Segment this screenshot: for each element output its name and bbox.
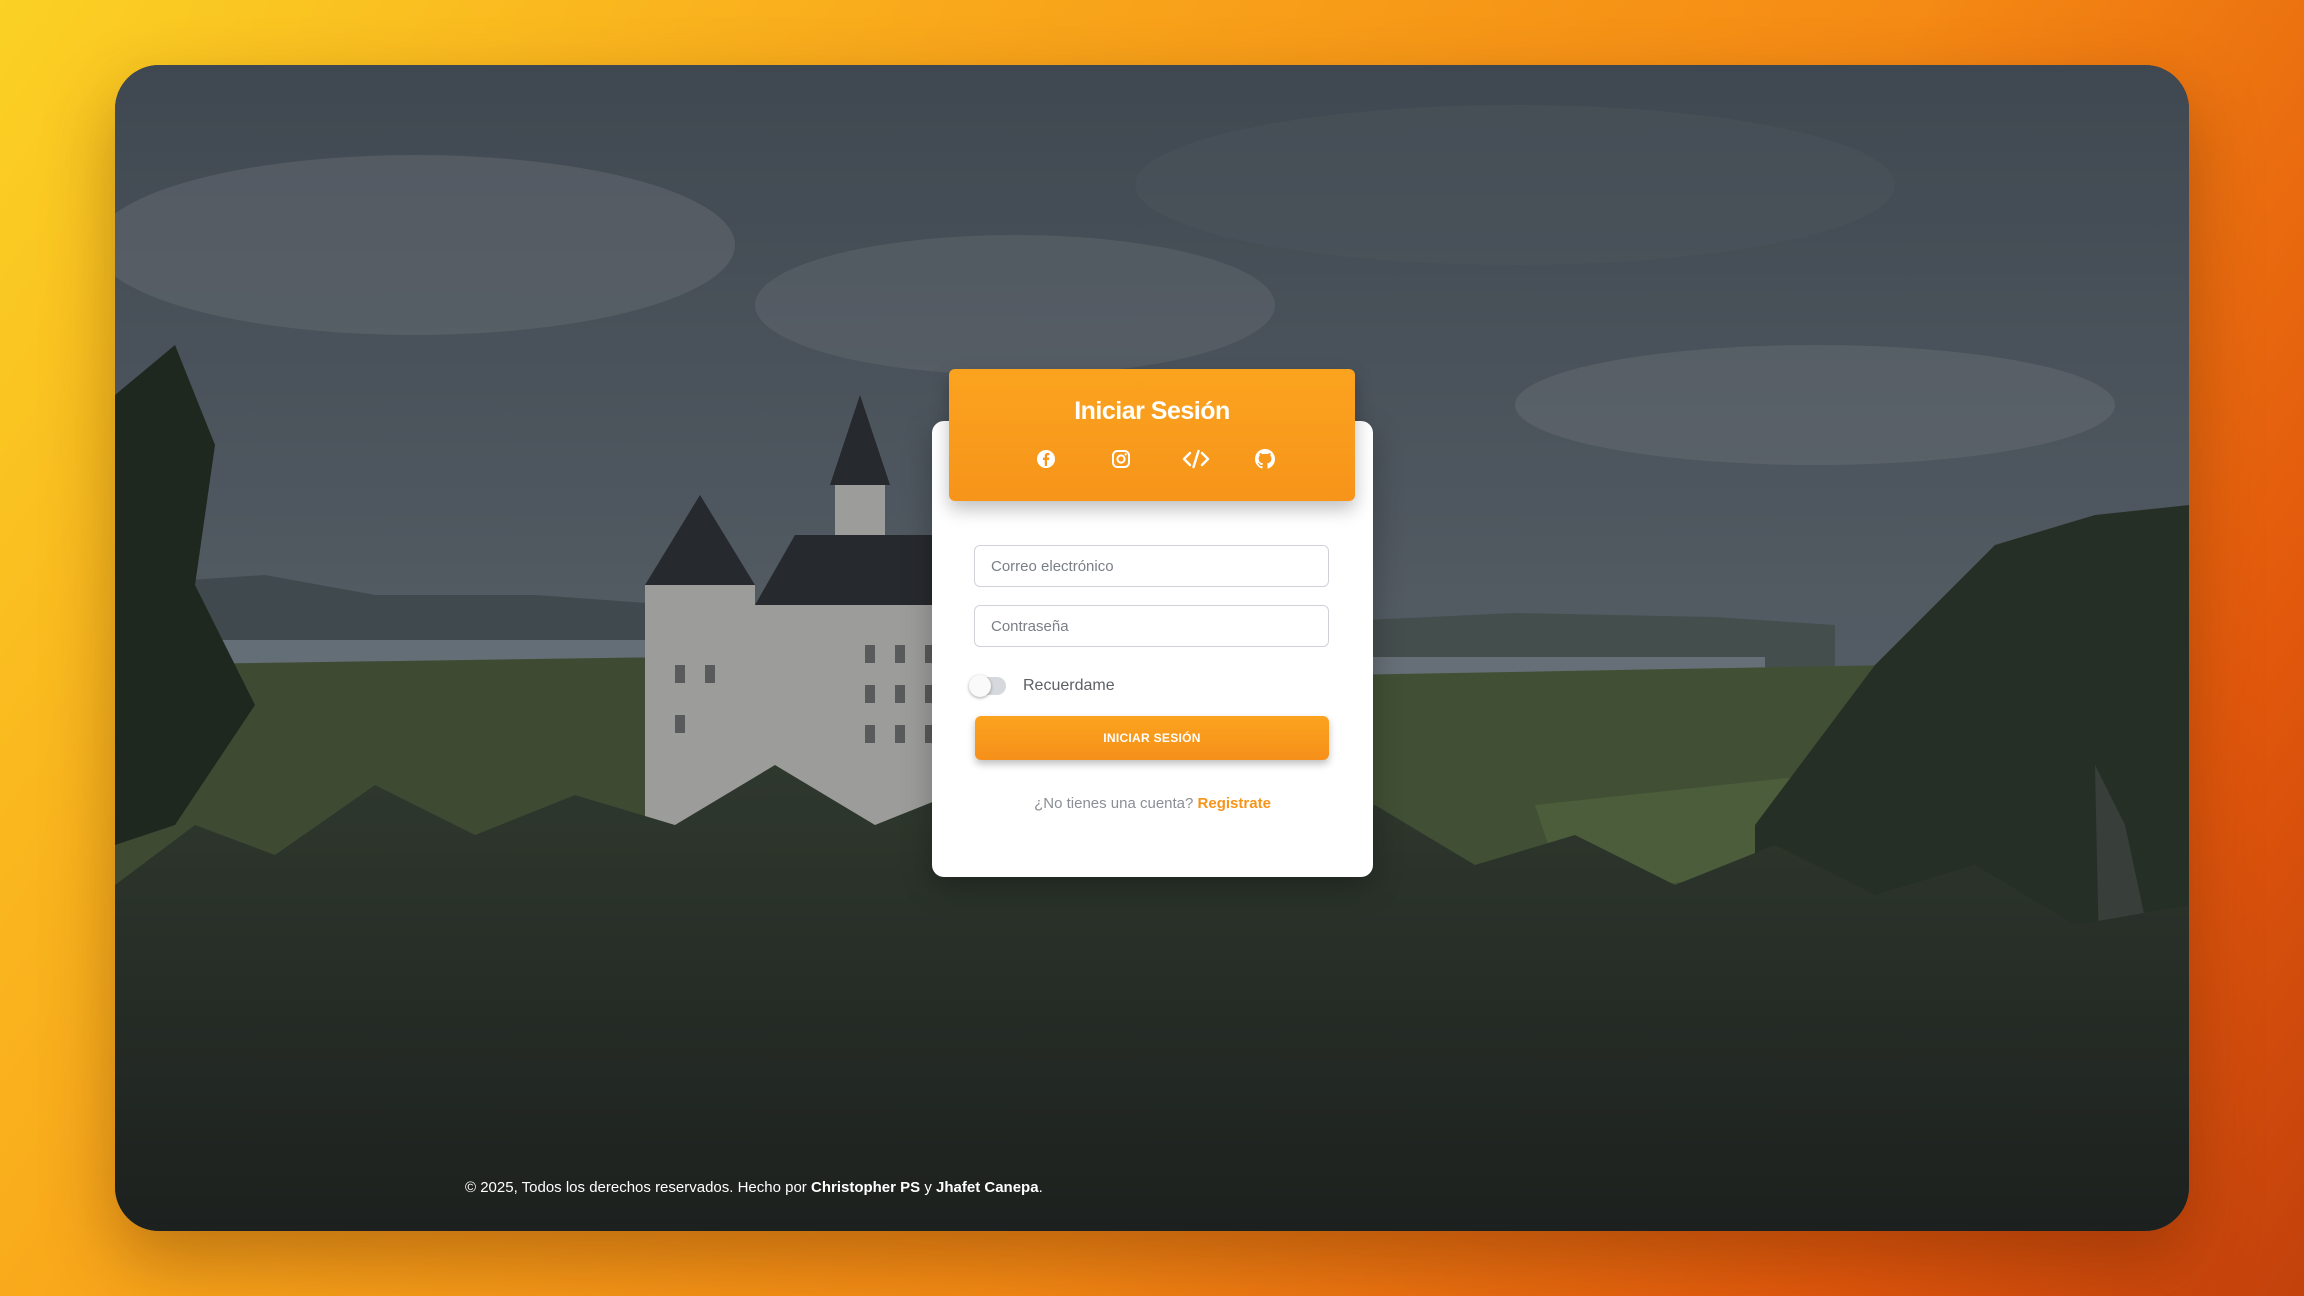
footer-connector: y [924,1179,932,1196]
remember-me-row: Recuerdame [969,675,1115,697]
footer-suffix: . [1038,1179,1043,1196]
email-input[interactable] [975,546,1328,586]
toggle-knob [969,675,991,697]
signup-link[interactable]: Registrate [1198,795,1271,812]
remember-me-label: Recuerdame [1023,677,1115,694]
footer-copyright: © 2025, Todos los derechos reservados. H… [465,1179,1043,1196]
facebook-icon[interactable] [1031,444,1061,474]
login-card-header: Iniciar Sesión [949,369,1355,501]
instagram-icon[interactable] [1106,444,1136,474]
password-input[interactable] [975,606,1328,646]
signup-prompt: ¿No tienes una cuenta? Registrate [932,795,1373,812]
email-field[interactable] [974,545,1329,587]
footer-prefix: © 2025, Todos los derechos reservados. H… [465,1179,807,1196]
footer-author-1: Christopher PS [810,1179,921,1196]
footer-author-2: Jhafet Canepa [936,1179,1039,1196]
password-field[interactable] [974,605,1329,647]
login-title: Iniciar Sesión [1074,397,1230,425]
remember-me-toggle[interactable] [969,675,1006,697]
social-links [949,444,1355,474]
signup-prompt-text: ¿No tienes una cuenta? [1034,795,1194,812]
github-icon[interactable] [1250,444,1280,474]
login-button[interactable]: INICIAR SESIÓN [975,716,1329,760]
code-icon[interactable] [1181,444,1211,474]
